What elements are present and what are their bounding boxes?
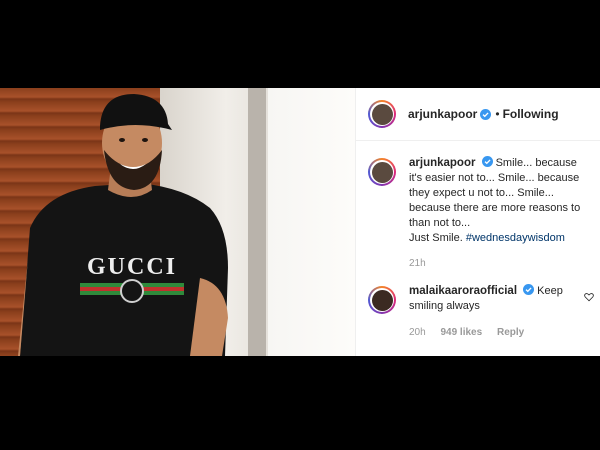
avatar[interactable] xyxy=(368,286,396,314)
comment-likes[interactable]: 949 likes xyxy=(440,327,482,338)
caption-just-smile: Just Smile. xyxy=(409,232,463,244)
caption: arjunkapoor Smile... because it's easier… xyxy=(368,156,592,271)
following-button[interactable]: Following xyxy=(503,107,559,121)
caption-body: arjunkapoor Smile... because it's easier… xyxy=(409,156,592,271)
caption-username[interactable]: arjunkapoor xyxy=(409,157,475,169)
shirt-logo-text: GUCCI xyxy=(87,254,177,280)
heart-icon[interactable] xyxy=(584,292,594,302)
post-side-panel: arjunkapoor • Following arjunkapoor Smil… xyxy=(355,88,600,356)
verified-badge-icon xyxy=(480,108,492,120)
comment-time[interactable]: 20h xyxy=(409,327,426,338)
avatar[interactable] xyxy=(368,100,396,128)
caption-time[interactable]: 21h xyxy=(409,258,426,269)
verified-badge-icon xyxy=(523,284,535,295)
comment-body: malaikaaroraofficial Keep smiling always… xyxy=(409,284,592,340)
comment-item: malaikaaroraofficial Keep smiling always… xyxy=(368,284,594,340)
reply-button[interactable]: Reply xyxy=(497,327,524,338)
hashtag-link[interactable]: #wednesdaywisdom xyxy=(466,232,565,244)
instagram-post: GUCCI arjunkapoor • Following arjunkapoo… xyxy=(0,88,600,356)
comment-meta: 20h 949 likes Reply xyxy=(409,325,592,340)
verified-badge-icon xyxy=(481,156,493,167)
avatar[interactable] xyxy=(368,158,396,186)
comment-username[interactable]: malaikaaroraofficial xyxy=(409,285,517,297)
caption-meta: 21h xyxy=(409,256,592,271)
header-username[interactable]: arjunkapoor xyxy=(408,107,477,121)
post-header: arjunkapoor • Following xyxy=(356,88,600,141)
person-figure: GUCCI xyxy=(18,94,228,356)
post-photo[interactable]: GUCCI xyxy=(0,88,355,356)
header-separator: • xyxy=(495,107,500,121)
